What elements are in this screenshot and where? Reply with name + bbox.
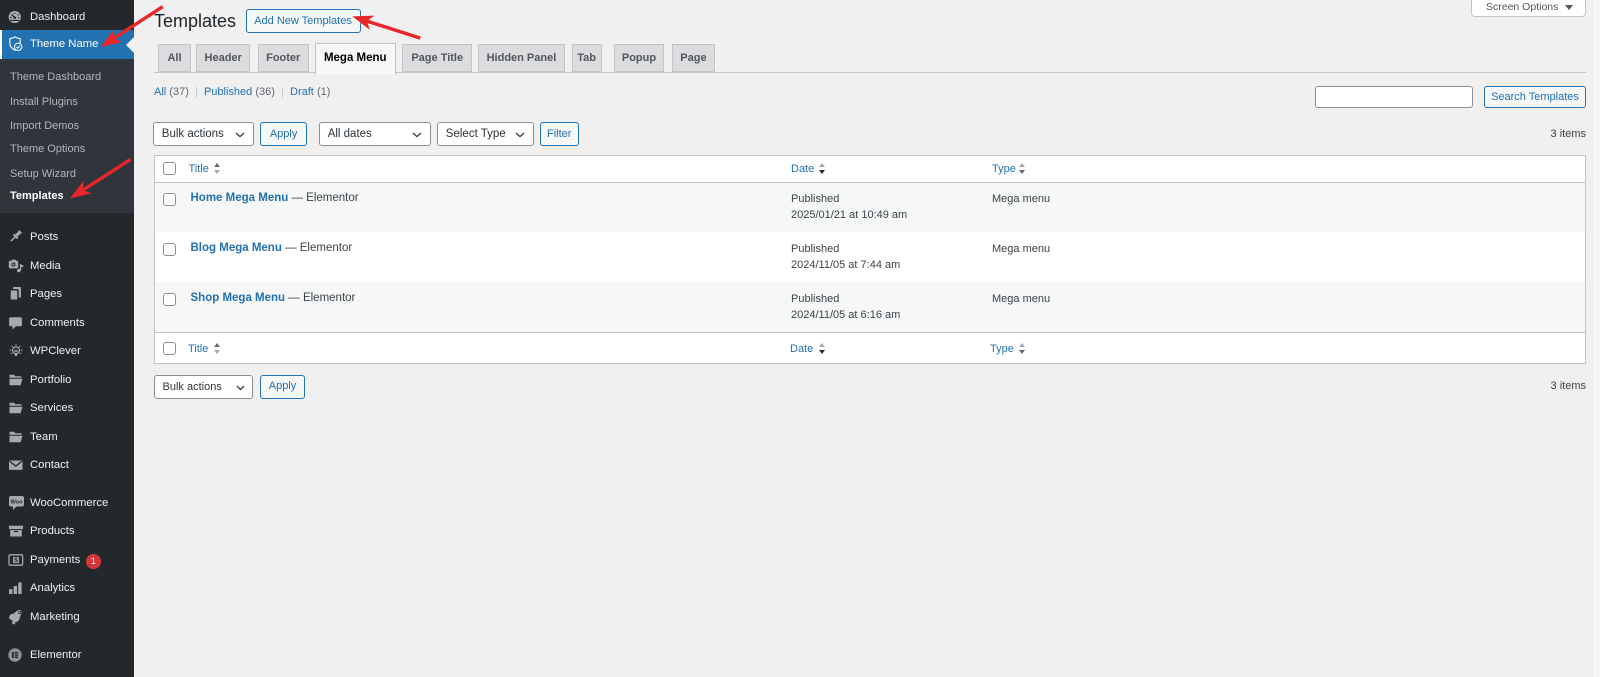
- svg-text:Woo: Woo: [10, 499, 23, 505]
- svg-text:$: $: [14, 557, 18, 564]
